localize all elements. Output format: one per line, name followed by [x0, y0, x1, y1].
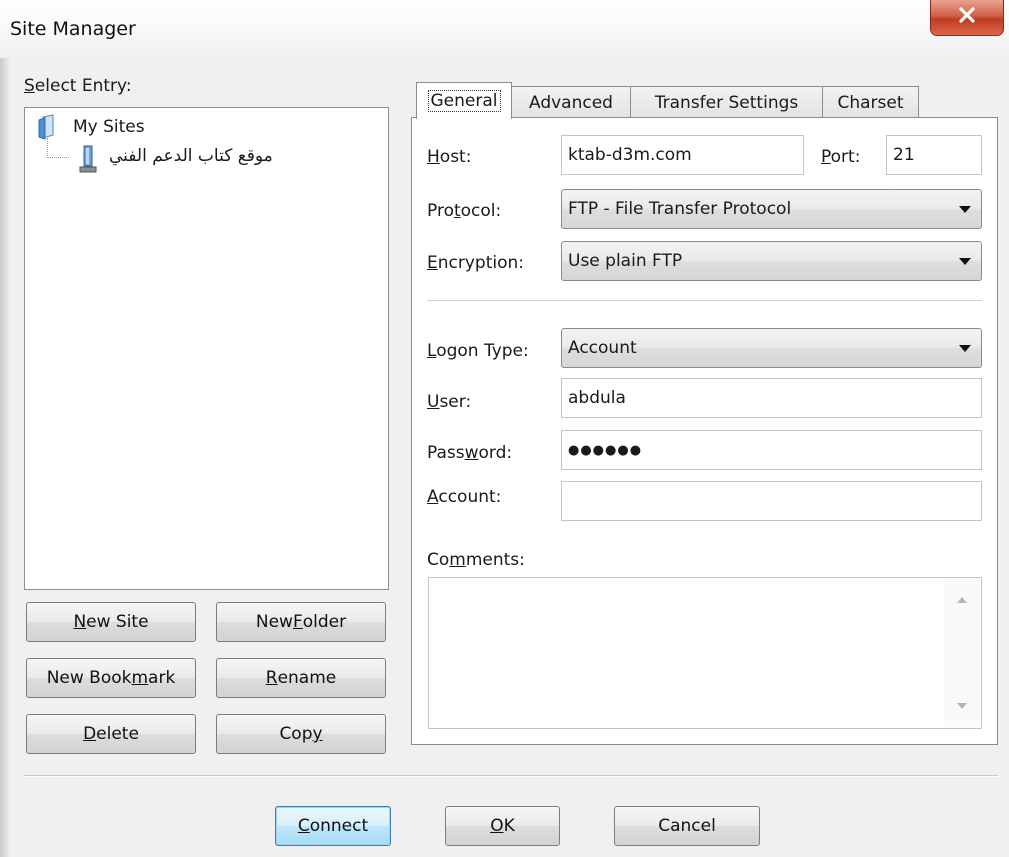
protocol-select[interactable]: FTP - File Transfer Protocol	[561, 189, 982, 229]
password-label: Password:	[427, 443, 513, 463]
protocol-label: Protocol:	[427, 201, 502, 221]
title-bar: Site Manager	[0, 0, 1009, 58]
user-input[interactable]: abdula	[561, 378, 982, 418]
tree-connector	[47, 157, 69, 158]
new-site-button[interactable]: New Site	[26, 602, 196, 642]
new-folder-button[interactable]: New Folder	[216, 602, 386, 642]
encryption-label: Encryption:	[427, 253, 525, 273]
host-label: Host:	[427, 147, 472, 167]
ok-button[interactable]: OK	[445, 806, 560, 846]
tree-label-my-sites: My Sites	[73, 117, 145, 137]
footer-separator-highlight	[24, 776, 998, 777]
scroll-up-icon[interactable]	[957, 597, 967, 603]
new-bookmark-button[interactable]: New Book m ark	[26, 658, 196, 698]
window-title: Site Manager	[10, 18, 136, 40]
cancel-button[interactable]: Cancel	[614, 806, 760, 846]
close-icon	[958, 7, 976, 28]
select-entry-label: Select Entry:	[24, 76, 132, 96]
tab-general[interactable]: General	[416, 82, 512, 119]
logon-type-label: Logon Type:	[427, 341, 529, 361]
encryption-value: Use plain FTP	[568, 251, 683, 271]
comments-label: Comments:	[427, 550, 525, 570]
encryption-select[interactable]: Use plain FTP	[561, 241, 982, 281]
server-icon	[79, 145, 97, 175]
chevron-down-icon	[959, 258, 971, 265]
chevron-down-icon	[959, 206, 971, 213]
tab-charset[interactable]: Charset	[822, 86, 919, 118]
host-input[interactable]: ktab-d3m.com	[561, 135, 804, 175]
port-input[interactable]: 21	[886, 135, 982, 175]
chevron-down-icon	[959, 345, 971, 352]
port-label: Port:	[821, 147, 861, 167]
delete-button[interactable]: Delete	[26, 714, 196, 754]
logon-type-select[interactable]: Account	[561, 328, 982, 368]
comments-textarea[interactable]	[428, 577, 982, 729]
tree-connector	[47, 138, 48, 158]
folder-icon	[35, 114, 63, 140]
password-input[interactable]: ●●●●●●	[561, 430, 982, 470]
logon-type-value: Account	[568, 338, 637, 358]
copy-button[interactable]: Cop y	[216, 714, 386, 754]
tab-advanced[interactable]: Advanced	[511, 86, 631, 118]
separator	[427, 300, 982, 301]
site-tree[interactable]: My Sites موقع كتاب الدعم الفني	[24, 107, 389, 590]
comments-scrollbar[interactable]	[944, 579, 980, 727]
account-label: Account:	[427, 487, 502, 507]
tab-transfer-settings[interactable]: Transfer Settings	[630, 86, 823, 118]
close-button[interactable]	[930, 0, 1004, 36]
account-input[interactable]	[561, 481, 982, 521]
connect-button[interactable]: Connect	[275, 806, 391, 846]
scroll-down-icon[interactable]	[957, 703, 967, 709]
user-label: User:	[427, 392, 472, 412]
tree-node-my-sites[interactable]: My Sites	[35, 114, 145, 140]
window-edge	[0, 58, 10, 857]
protocol-value: FTP - File Transfer Protocol	[568, 199, 792, 219]
tree-node-site[interactable]: موقع كتاب الدعم الفني	[109, 146, 273, 166]
rename-button[interactable]: Rename	[216, 658, 386, 698]
